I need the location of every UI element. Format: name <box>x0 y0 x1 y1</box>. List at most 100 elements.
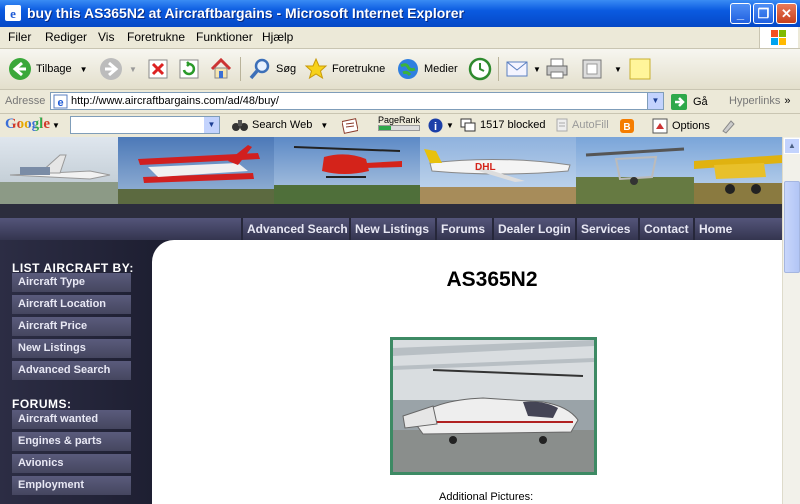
toolbar-separator <box>240 57 241 81</box>
edit-dropdown-icon[interactable]: ▼ <box>614 65 622 74</box>
nav-contact[interactable]: Contact <box>638 218 689 240</box>
svg-text:B: B <box>623 122 630 133</box>
mail-icon <box>506 61 528 77</box>
address-bar: Adresse e http://www.aircraftbargains.co… <box>0 90 800 114</box>
search-web-button[interactable]: Search Web ▼ <box>232 118 328 132</box>
search-web-dropdown-icon[interactable]: ▼ <box>320 121 328 130</box>
header-banner: DHL <box>0 137 782 218</box>
main-aircraft-photo[interactable] <box>390 337 597 475</box>
mail-dropdown-icon[interactable]: ▼ <box>533 65 541 74</box>
back-dropdown-icon[interactable]: ▼ <box>80 65 88 74</box>
forward-arrow-icon <box>100 58 122 80</box>
refresh-button[interactable] <box>178 55 200 83</box>
banner-photo-biplane <box>118 137 274 204</box>
sidebar-item-aircraft-type[interactable]: Aircraft Type <box>12 273 131 292</box>
nav-dealer-login[interactable]: Dealer Login <box>492 218 571 240</box>
media-button[interactable]: Medier <box>396 55 458 83</box>
menu-bar: Filer Rediger Vis Foretrukne Funktioner … <box>0 27 800 49</box>
favorites-button[interactable]: Foretrukne <box>304 55 385 83</box>
address-url: http://www.aircraftbargains.com/ad/48/bu… <box>71 95 279 107</box>
nav-advanced-search[interactable]: Advanced Search <box>241 218 348 240</box>
binoculars-icon <box>232 120 248 131</box>
scroll-thumb[interactable] <box>784 181 800 273</box>
banner-strip <box>0 204 782 218</box>
pagerank-indicator[interactable]: PageRank <box>378 115 420 131</box>
back-arrow-icon <box>9 58 31 80</box>
toolbar-separator <box>498 57 499 81</box>
links-toolbar[interactable]: Hyperlinks» <box>729 95 790 107</box>
news-button[interactable] <box>342 118 358 134</box>
page-icon: e <box>53 94 68 109</box>
menu-file[interactable]: Filer <box>8 30 31 44</box>
sidebar-item-employment[interactable]: Employment <box>12 476 131 495</box>
banner-photo-helicopter <box>274 137 420 204</box>
google-search-dropdown-icon[interactable]: ▼ <box>204 117 219 133</box>
options-button[interactable]: Options <box>652 118 710 134</box>
banner-photo-ultralight <box>576 137 694 204</box>
menu-favorites[interactable]: Foretrukne <box>127 30 185 44</box>
sidebar-item-advanced-search[interactable]: Advanced Search <box>12 361 131 380</box>
left-sidebar: LIST AIRCRAFT BY: Aircraft Type Aircraft… <box>0 240 152 504</box>
vertical-scrollbar[interactable]: ▲ <box>782 137 800 504</box>
search-icon <box>249 58 270 80</box>
highlighter-button[interactable] <box>720 118 736 134</box>
sidebar-item-avionics[interactable]: Avionics <box>12 454 131 473</box>
go-arrow-icon <box>671 94 687 110</box>
google-logo[interactable]: Google ▼ <box>5 116 60 133</box>
nav-home[interactable]: Home <box>693 218 732 240</box>
blogger-button[interactable]: B <box>619 118 635 134</box>
home-button[interactable] <box>209 55 233 83</box>
autofill-button[interactable]: AutoFill <box>555 118 609 132</box>
main-nav: Advanced Search New Listings Forums Deal… <box>0 218 782 240</box>
nav-forums[interactable]: Forums <box>435 218 485 240</box>
maximize-button[interactable]: ❐ <box>753 3 774 24</box>
scroll-up-icon[interactable]: ▲ <box>784 138 800 154</box>
menu-help[interactable]: Hjælp <box>262 30 293 44</box>
print-button[interactable] <box>545 55 569 83</box>
sidebar-item-aircraft-location[interactable]: Aircraft Location <box>12 295 131 314</box>
close-button[interactable]: ✕ <box>776 3 797 24</box>
home-icon <box>210 57 232 79</box>
stop-button[interactable] <box>147 55 169 83</box>
notes-button[interactable] <box>628 55 652 83</box>
ie-icon: e <box>5 5 21 21</box>
banner-photo-yellow-plane <box>694 137 782 204</box>
address-input[interactable]: e http://www.aircraftbargains.com/ad/48/… <box>50 92 664 110</box>
back-button[interactable]: Tilbage ▼ <box>8 55 88 83</box>
menu-tools[interactable]: Funktioner <box>196 30 253 44</box>
menu-edit[interactable]: Rediger <box>45 30 87 44</box>
sidebar-item-engines-parts[interactable]: Engines & parts <box>12 432 131 451</box>
popup-blocker-button[interactable]: 1517 blocked <box>460 118 545 132</box>
forward-button[interactable]: ▼ <box>99 55 137 83</box>
windows-logo-icon <box>759 27 798 48</box>
google-search-input[interactable]: ▼ <box>70 116 220 134</box>
sidebar-item-aircraft-price[interactable]: Aircraft Price <box>12 317 131 336</box>
info-button[interactable]: i ▼ <box>428 118 454 133</box>
nav-new-listings[interactable]: New Listings <box>349 218 429 240</box>
banner-photo-plane <box>0 137 118 204</box>
search-button[interactable]: Søg <box>248 55 296 83</box>
nav-services[interactable]: Services <box>575 218 630 240</box>
minimize-button[interactable]: _ <box>730 3 751 24</box>
autofill-icon <box>556 118 568 132</box>
note-icon <box>629 58 651 80</box>
edit-page-icon <box>582 59 602 79</box>
forward-dropdown-icon[interactable]: ▼ <box>129 65 137 74</box>
sidebar-item-new-listings[interactable]: New Listings <box>12 339 131 358</box>
title-bar: e buy this AS365N2 at Aircraftbargains -… <box>0 0 800 27</box>
mail-button[interactable]: ▼ <box>505 55 541 83</box>
info-icon: i <box>428 118 443 133</box>
svg-text:DHL: DHL <box>475 162 496 173</box>
history-button[interactable] <box>468 55 492 83</box>
info-dropdown-icon[interactable]: ▼ <box>446 121 454 130</box>
menu-view[interactable]: Vis <box>98 30 114 44</box>
google-toolbar: Google ▼ ▼ Search Web ▼ PageRank i ▼ 1517… <box>0 114 800 138</box>
svg-text:e: e <box>57 97 63 109</box>
toolbar: Tilbage ▼ ▼ Søg Foretrukne Medier ▼ ▼ <box>0 49 800 90</box>
sidebar-item-aircraft-wanted[interactable]: Aircraft wanted <box>12 410 131 429</box>
edit-button[interactable]: ▼ <box>580 55 622 83</box>
news-icon <box>342 118 358 134</box>
stop-icon <box>148 59 168 79</box>
address-dropdown-icon[interactable]: ▼ <box>647 93 663 109</box>
go-button[interactable]: Gå <box>670 93 708 111</box>
